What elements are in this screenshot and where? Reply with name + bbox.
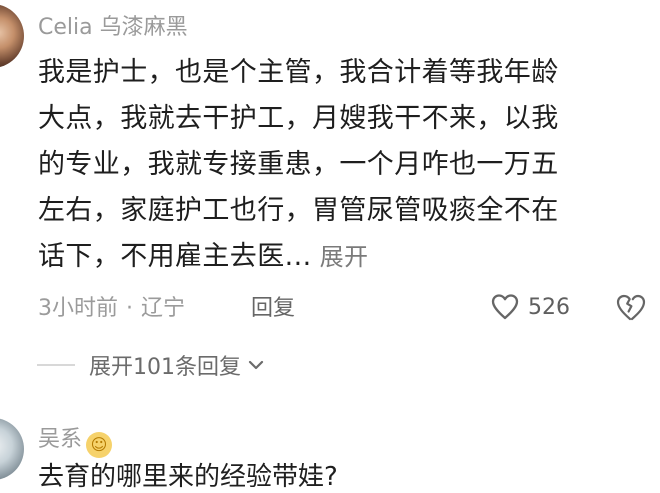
reply-button[interactable]: 回复 xyxy=(251,293,295,325)
location: 辽宁 xyxy=(141,296,186,321)
comment-line-5-text: 话下，不用雇主去医... xyxy=(38,241,312,272)
comment-line-5: 话下，不用雇主去医... 展开 xyxy=(38,239,368,275)
smiling-face-icon: ☺ xyxy=(86,432,113,458)
dislike-button[interactable] xyxy=(614,292,646,324)
broken-heart-icon xyxy=(614,292,646,324)
avatar[interactable] xyxy=(0,418,24,480)
avatar[interactable] xyxy=(0,4,24,68)
comment-line-3: 的专业，我就专接重患，一个月咋也一万五 xyxy=(38,149,559,180)
replies-count-label: 展开101条回复 xyxy=(89,355,241,380)
heart-icon xyxy=(490,292,520,322)
username-text: 吴系 xyxy=(38,427,83,452)
replies-toggle[interactable]: 展开101条回复 xyxy=(37,349,265,381)
expand-link[interactable]: 展开 xyxy=(320,243,369,271)
comment-meta: 3小时前 · 辽宁 xyxy=(38,293,185,325)
timestamp: 3小时前 xyxy=(38,296,118,321)
chevron-down-icon xyxy=(247,356,265,374)
divider-line xyxy=(37,364,75,366)
comment-line-2: 大点，我就去干护工，月嫂我干不来，以我 xyxy=(38,103,559,134)
comment-line-4: 左右，家庭护工也行，胃管尿管吸痰全不在 xyxy=(38,195,559,226)
like-button[interactable]: 526 xyxy=(490,292,570,322)
comment-preview: 去育的哪里来的经验带娃? xyxy=(38,462,338,492)
comment-line-1: 我是护士，也是个主管，我合计着等我年龄 xyxy=(38,57,559,88)
like-count: 526 xyxy=(528,294,570,320)
username[interactable]: Celia 乌漆麻黑 xyxy=(38,9,188,41)
username[interactable]: 吴系 ☺ xyxy=(38,421,113,458)
meta-separator: · xyxy=(126,296,133,321)
